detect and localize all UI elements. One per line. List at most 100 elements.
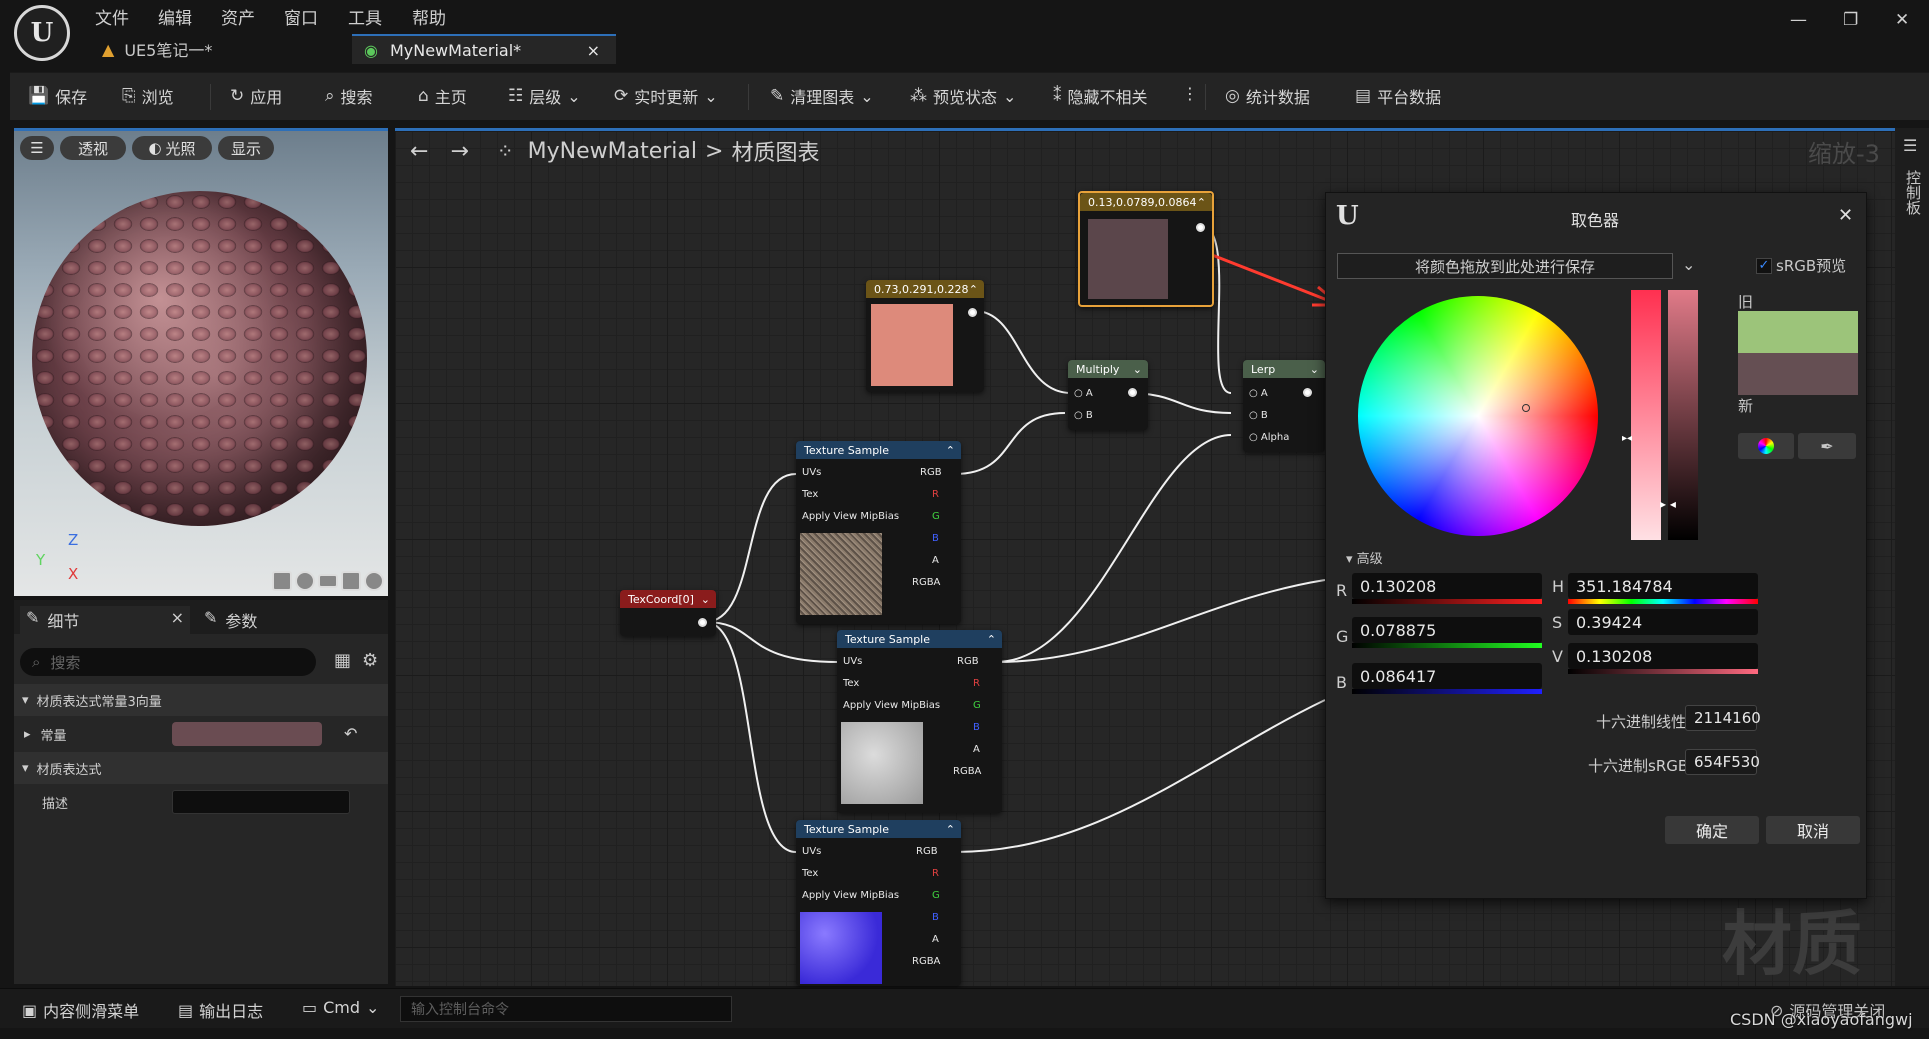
close-icon[interactable]: ×: [171, 608, 184, 632]
v-input[interactable]: 0.130208: [1568, 643, 1758, 669]
clean-graph-dropdown[interactable]: ✎ 清理图表 ⌄: [770, 84, 874, 108]
save-button[interactable]: 💾 保存: [28, 84, 87, 108]
cube-shape-icon[interactable]: [341, 571, 361, 591]
pin-rgba[interactable]: RGBA: [912, 577, 940, 588]
console-command-input[interactable]: 输入控制台命令: [400, 996, 732, 1022]
b-slider[interactable]: [1352, 689, 1542, 694]
pin-b[interactable]: B: [932, 912, 939, 923]
cylinder-shape-icon[interactable]: [272, 571, 292, 591]
pin-b[interactable]: B: [973, 722, 980, 733]
lerp-node[interactable]: Lerp ⌄ ○ A ○ B ○ Alpha: [1243, 360, 1325, 452]
texture-sample-node-3[interactable]: Texture Sample ⌃ UVs Tex Apply View MipBi…: [796, 820, 961, 986]
menu-edit[interactable]: 编辑: [158, 4, 192, 29]
collapse-icon[interactable]: ⌃: [1197, 196, 1206, 209]
chevron-down-icon[interactable]: ⌄: [1682, 255, 1695, 274]
unreal-logo[interactable]: U: [14, 5, 70, 61]
pin-mipbias[interactable]: Apply View MipBias: [802, 890, 899, 901]
color-wheel-cursor[interactable]: [1522, 404, 1530, 412]
pin-r[interactable]: R: [932, 868, 939, 879]
constant-color-swatch[interactable]: [172, 722, 322, 746]
pin-b[interactable]: ○ B: [1074, 410, 1093, 421]
output-pin[interactable]: [968, 308, 977, 317]
pin-mipbias[interactable]: Apply View MipBias: [802, 511, 899, 522]
viewport-menu-icon[interactable]: ☰: [20, 136, 54, 160]
constant-node-selected[interactable]: 0.13,0.0789,0.0864 ⌃: [1078, 191, 1214, 307]
reset-icon[interactable]: ↶: [344, 724, 357, 743]
pin-rgba[interactable]: RGBA: [953, 766, 981, 777]
restore-button[interactable]: ❐: [1843, 10, 1858, 30]
menu-window[interactable]: 窗口: [284, 4, 318, 29]
material-preview-viewport[interactable]: ☰ 透视 ◐ 光照 显示 Z Y X: [14, 128, 388, 596]
v-slider[interactable]: [1568, 669, 1758, 674]
chevron-down-icon[interactable]: ⌄: [1133, 363, 1142, 376]
output-pin[interactable]: [1128, 388, 1137, 397]
texcoord-node[interactable]: TexCoord[0] ⌄: [620, 590, 716, 636]
ok-button[interactable]: 确定: [1665, 816, 1759, 844]
g-input[interactable]: 0.078875: [1352, 617, 1542, 643]
constant-node-peach[interactable]: 0.73,0.291,0.228 ⌃: [866, 280, 984, 392]
texture-sample-node-2[interactable]: Texture Sample ⌃ UVs Tex Apply View MipBi…: [837, 630, 1002, 813]
platform-stats-button[interactable]: ▤ 平台数据: [1355, 84, 1441, 108]
plane-shape-icon[interactable]: [318, 574, 338, 588]
pin-uvs[interactable]: UVs: [802, 846, 821, 857]
pin-tex[interactable]: Tex: [802, 868, 818, 879]
more-options-button[interactable]: ⋮: [1182, 84, 1198, 103]
r-slider[interactable]: [1352, 599, 1542, 604]
r-input[interactable]: 0.130208: [1352, 573, 1542, 599]
browse-button[interactable]: ⎘ 浏览: [122, 84, 174, 108]
pin-g[interactable]: G: [932, 890, 940, 901]
collapse-icon[interactable]: ⌃: [987, 633, 996, 646]
perspective-button[interactable]: 透视: [60, 136, 126, 160]
color-save-dropzone[interactable]: 将颜色拖放到此处进行保存: [1337, 253, 1673, 279]
collapse-icon[interactable]: ⌃: [969, 283, 978, 296]
table-view-icon[interactable]: ▦: [334, 650, 351, 671]
cancel-button[interactable]: 取消: [1766, 816, 1860, 844]
menu-assets[interactable]: 资产: [221, 4, 255, 29]
close-icon[interactable]: ✕: [1838, 205, 1853, 226]
pin-g[interactable]: G: [973, 700, 981, 711]
multiply-node[interactable]: Multiply ⌄ ○ A ○ B: [1068, 360, 1148, 430]
pin-a[interactable]: ○ A: [1074, 388, 1093, 399]
h-input[interactable]: 351.184784: [1568, 573, 1758, 599]
menu-icon[interactable]: ☰: [1903, 136, 1917, 155]
menu-help[interactable]: 帮助: [412, 4, 446, 29]
color-wheel-mode-button[interactable]: [1738, 433, 1794, 459]
texture-sample-node-1[interactable]: Texture Sample ⌃ UVs Tex Apply View MipBi…: [796, 441, 961, 624]
collapse-icon[interactable]: ⌃: [946, 823, 955, 836]
pin-mipbias[interactable]: Apply View MipBias: [843, 700, 940, 711]
pin-r[interactable]: R: [973, 678, 980, 689]
tab-close-icon[interactable]: ×: [587, 41, 600, 60]
pin-rgb[interactable]: RGB: [920, 467, 942, 478]
output-pin[interactable]: [1303, 388, 1312, 397]
settings-gear-icon[interactable]: ⚙: [362, 650, 378, 671]
output-pin[interactable]: [698, 618, 707, 627]
pin-b[interactable]: B: [932, 533, 939, 544]
hierarchy-dropdown[interactable]: ☷ 层级 ⌄: [508, 84, 581, 108]
advanced-toggle[interactable]: ▾ 高级: [1346, 548, 1383, 567]
h-slider[interactable]: [1568, 599, 1758, 604]
cmd-dropdown[interactable]: ▭ Cmd ⌄: [302, 998, 379, 1017]
chevron-right-icon[interactable]: ▸: [24, 727, 31, 742]
close-window-button[interactable]: ✕: [1895, 10, 1909, 30]
hide-unrelated-button[interactable]: ⁑ 隐藏不相关: [1053, 84, 1148, 108]
pin-a[interactable]: A: [932, 555, 939, 566]
slider-marker-icon[interactable]: ▸ ◂: [1660, 497, 1676, 511]
collapse-icon[interactable]: ⌃: [946, 444, 955, 457]
chevron-down-icon[interactable]: ⌄: [1310, 363, 1319, 376]
back-arrow-icon[interactable]: ←: [410, 139, 428, 164]
output-log-button[interactable]: ▤ 输出日志: [178, 998, 263, 1022]
pin-rgb[interactable]: RGB: [957, 656, 979, 667]
hex-srgb-input[interactable]: 654F530: [1685, 749, 1760, 775]
hex-linear-input[interactable]: 2114160: [1685, 705, 1761, 731]
tab-details[interactable]: ✎ 细节 ×: [20, 606, 190, 634]
pin-a[interactable]: A: [973, 744, 980, 755]
color-wheel[interactable]: [1358, 296, 1598, 536]
pin-tex[interactable]: Tex: [843, 678, 859, 689]
b-input[interactable]: 0.086417: [1352, 663, 1542, 689]
stats-button[interactable]: ◎ 统计数据: [1225, 84, 1310, 108]
preview-state-dropdown[interactable]: ⁂ 预览状态 ⌄: [910, 84, 1016, 108]
sphere-shape-icon[interactable]: [295, 571, 315, 591]
pin-a[interactable]: A: [932, 934, 939, 945]
chevron-down-icon[interactable]: ⌄: [701, 593, 710, 606]
pin-rgb[interactable]: RGB: [916, 846, 938, 857]
